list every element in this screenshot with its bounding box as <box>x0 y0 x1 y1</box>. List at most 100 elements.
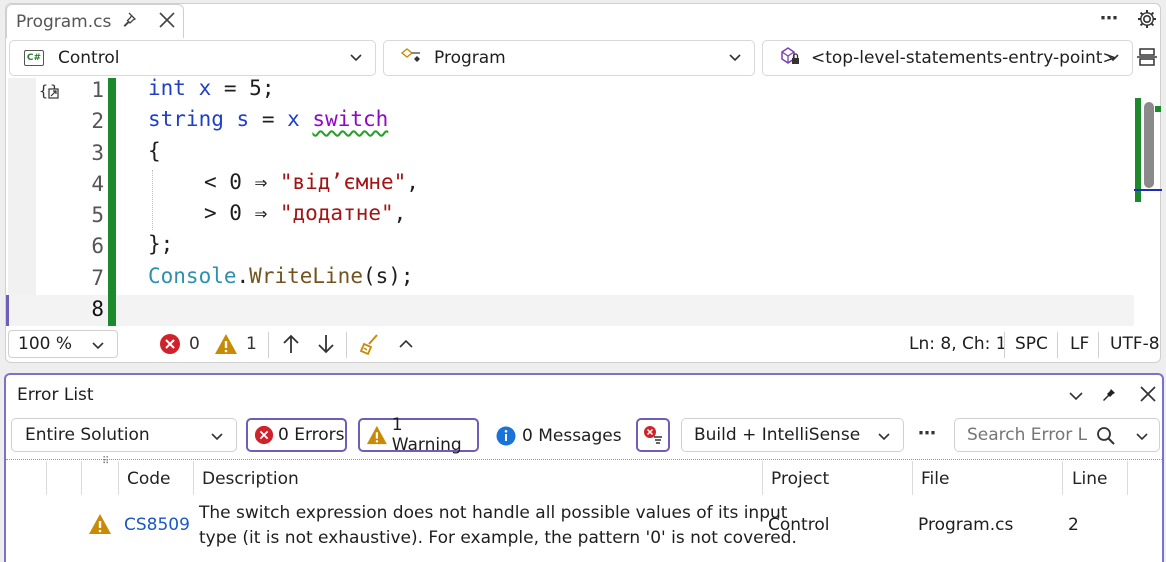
error-icon <box>254 425 274 445</box>
zoom-label: 100 % <box>18 334 73 354</box>
scope-dropdown[interactable]: Entire Solution <box>11 418 237 452</box>
csharp-project-icon: C# <box>24 50 44 66</box>
project-dropdown[interactable]: C# Control <box>9 40 376 76</box>
zoom-dropdown[interactable]: 100 % <box>8 330 118 358</box>
method-lock-icon <box>779 46 801 71</box>
column-separator <box>81 461 82 495</box>
previous-issue-icon[interactable] <box>281 333 301 360</box>
column-separator <box>118 461 119 495</box>
warning-squiggle[interactable]: switch <box>312 107 388 131</box>
chevron-up-icon[interactable] <box>398 336 414 356</box>
member-label: <top-level-statements-entry-point> <box>811 48 1117 68</box>
editor-left-margin <box>8 78 36 326</box>
line-number: 8 <box>91 297 104 321</box>
search-input[interactable] <box>965 424 1089 446</box>
code-line-3[interactable]: { <box>148 139 161 163</box>
cursor-position[interactable]: Ln: 8, Ch: 1 <box>909 334 1007 354</box>
document-tab[interactable]: Program.cs <box>6 4 184 38</box>
status-separator <box>1057 332 1058 358</box>
chevron-down-icon <box>728 50 742 70</box>
scope-indicator-icon: {} <box>38 80 62 107</box>
code-line-6[interactable]: }; <box>148 232 173 256</box>
error-count-button[interactable]: 0 <box>159 333 200 355</box>
chevron-down-icon <box>877 429 891 449</box>
error-description-line: The switch expression does not handle al… <box>199 503 788 523</box>
split-window-icon[interactable] <box>1136 46 1158 73</box>
class-icon <box>400 47 424 70</box>
error-code-link[interactable]: CS8509 <box>124 515 190 535</box>
column-header-description[interactable]: Description <box>202 469 299 489</box>
error-line: 2 <box>1068 515 1079 535</box>
messages-filter-toggle[interactable]: 0 Messages <box>496 426 622 446</box>
warnings-filter-toggle[interactable]: 1 Warning <box>358 415 479 455</box>
status-separator <box>268 332 269 358</box>
column-header-project[interactable]: Project <box>771 469 829 489</box>
more-options-icon[interactable]: ⋯ <box>918 423 936 444</box>
column-header-line[interactable]: Line <box>1072 469 1107 489</box>
column-separator <box>46 461 47 495</box>
whitespace-mode[interactable]: SPC <box>1015 334 1048 354</box>
warning-count-button[interactable]: 1 <box>214 333 257 355</box>
column-separator <box>912 461 913 495</box>
grid-top-border <box>6 459 1162 460</box>
class-label: Program <box>434 48 506 68</box>
code-line-1[interactable]: int x = 5; <box>148 76 274 100</box>
column-separator <box>193 461 194 495</box>
error-project: Control <box>768 515 830 535</box>
column-separator <box>1127 461 1128 495</box>
line-ending[interactable]: LF <box>1070 334 1089 354</box>
column-header-code[interactable]: Code <box>127 469 171 489</box>
pin-icon[interactable] <box>1100 384 1120 409</box>
code-line-7[interactable]: Console.WriteLine(s); <box>148 264 414 288</box>
close-tab-icon[interactable] <box>157 10 177 35</box>
scroll-change-bar <box>1135 98 1141 202</box>
scroll-thumb[interactable] <box>1144 102 1154 188</box>
class-dropdown[interactable]: Program <box>383 40 755 76</box>
warning-icon <box>366 425 387 445</box>
close-icon[interactable] <box>1138 384 1158 409</box>
error-list-title: Error List <box>17 385 94 405</box>
svg-text:{: { <box>39 82 48 100</box>
column-chooser-icon[interactable]: ⠿ <box>102 457 109 467</box>
file-encoding[interactable]: UTF-8 <box>1110 334 1160 354</box>
column-separator <box>1062 461 1063 495</box>
scroll-caret-mark <box>1134 189 1162 191</box>
line-number: 4 <box>91 172 104 196</box>
code-line-4[interactable]: < 0 ⇒ "від’ємне", <box>204 170 419 194</box>
code-line-5[interactable]: > 0 ⇒ "додатне", <box>204 201 406 225</box>
code-line-2[interactable]: string s = x switch <box>148 107 388 131</box>
change-tracking-bar <box>108 78 116 326</box>
project-label: Control <box>58 48 120 68</box>
next-issue-icon[interactable] <box>316 333 336 360</box>
source-dropdown[interactable]: Build + IntelliSense <box>681 418 904 452</box>
errors-filter-toggle[interactable]: 0 Errors <box>246 418 347 452</box>
line-number: 7 <box>91 266 104 290</box>
error-file: Program.cs <box>918 515 1014 535</box>
build-errors-filter-button[interactable] <box>636 418 670 452</box>
warning-icon <box>215 334 237 354</box>
line-number: 3 <box>91 141 104 165</box>
error-icon <box>160 334 180 354</box>
tab-title: Program.cs <box>16 11 112 32</box>
chevron-down-icon[interactable] <box>1068 388 1084 408</box>
current-line-marker <box>6 295 9 326</box>
chevron-down-icon[interactable] <box>1135 429 1149 449</box>
current-line-highlight <box>8 295 1134 326</box>
more-options-icon[interactable]: ⋯ <box>1100 8 1119 29</box>
code-cleanup-broom-icon[interactable] <box>358 332 382 361</box>
indent-guide <box>152 170 154 230</box>
error-description-line: type (it is not exhaustive). For example… <box>199 528 797 548</box>
vertical-scrollbar[interactable] <box>1134 98 1162 204</box>
pin-icon[interactable] <box>122 11 140 34</box>
line-number: 6 <box>91 234 104 258</box>
member-dropdown[interactable]: <top-level-statements-entry-point> <box>762 40 1133 76</box>
table-row[interactable]: CS8509 The switch expression does not ha… <box>6 495 1162 555</box>
column-header-file[interactable]: File <box>921 469 949 489</box>
chevron-down-icon <box>210 429 224 449</box>
error-list-panel: Error List Entire Solution 0 Errors 1 Wa… <box>4 373 1164 562</box>
search-box[interactable] <box>954 418 1160 452</box>
line-number: 5 <box>91 203 104 227</box>
gear-icon[interactable] <box>1136 8 1158 35</box>
info-icon <box>496 426 516 446</box>
search-icon[interactable] <box>1096 426 1116 451</box>
